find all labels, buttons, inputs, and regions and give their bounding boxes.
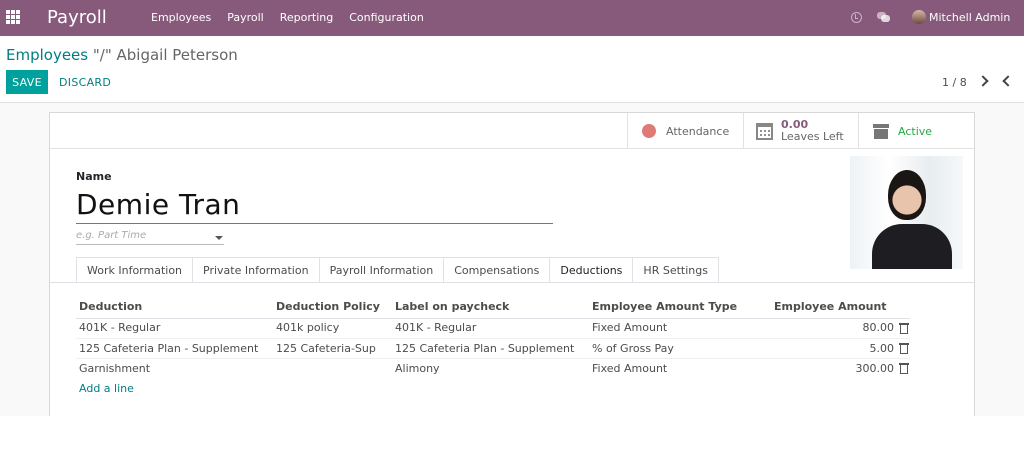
- delete-row-trash-icon[interactable]: [899, 363, 909, 374]
- table-cell-paycheck-label[interactable]: 125 Cafeteria Plan - Supplement: [395, 342, 574, 355]
- smart-button-box: Attendance 0.00 Leaves Left Active: [627, 113, 974, 149]
- employee-photo[interactable]: [850, 156, 963, 269]
- caret-down-icon[interactable]: [215, 236, 223, 240]
- tab-private-information[interactable]: Private Information: [192, 257, 319, 283]
- table-cell-deduction[interactable]: 125 Cafeteria Plan - Supplement: [79, 342, 258, 355]
- attendance-label: Attendance: [666, 124, 730, 138]
- delete-row-trash-icon[interactable]: [899, 323, 909, 334]
- discard-button[interactable]: DISCARD: [59, 76, 111, 89]
- user-menu-name[interactable]: Mitchell Admin: [929, 11, 1010, 24]
- active-toggle-button[interactable]: Active: [858, 113, 974, 149]
- tab-deductions[interactable]: Deductions: [549, 257, 633, 283]
- delete-row-trash-icon[interactable]: [899, 343, 909, 354]
- breadcrumb-employees-link[interactable]: Employees: [6, 46, 88, 64]
- calendar-icon: [756, 122, 773, 140]
- tab-hr-settings[interactable]: HR Settings: [632, 257, 719, 283]
- table-header-divider: [76, 318, 910, 319]
- column-header-deduction-policy[interactable]: Deduction Policy: [276, 300, 380, 313]
- add-line-link[interactable]: Add a line: [79, 382, 134, 395]
- app-title[interactable]: Payroll: [47, 7, 107, 28]
- table-cell-paycheck-label[interactable]: 401K - Regular: [395, 321, 476, 334]
- table-cell-policy[interactable]: 125 Cafeteria-Sup: [276, 342, 376, 355]
- breadcrumb-current: "/" Abigail Peterson: [92, 46, 238, 64]
- column-header-employee-amount-type[interactable]: Employee Amount Type: [592, 300, 737, 313]
- name-field-label: Name: [76, 170, 112, 183]
- table-cell-policy[interactable]: 401k policy: [276, 321, 339, 334]
- job-title-select[interactable]: e.g. Part Time: [76, 230, 224, 245]
- main-menu: Employees Payroll Reporting Configuratio…: [151, 11, 424, 24]
- tab-compensations[interactable]: Compensations: [443, 257, 550, 283]
- archive-icon: [873, 123, 889, 139]
- table-cell-amount[interactable]: 300.00: [814, 362, 895, 375]
- activity-clock-icon[interactable]: [851, 12, 862, 23]
- tab-payroll-information[interactable]: Payroll Information: [318, 257, 444, 283]
- leaves-label: Leaves Left: [781, 130, 844, 143]
- row-divider: [76, 338, 910, 339]
- table-cell-paycheck-label[interactable]: Alimony: [395, 362, 440, 375]
- table-cell-deduction[interactable]: 401K - Regular: [79, 321, 160, 334]
- column-header-label-on-paycheck[interactable]: Label on paycheck: [395, 300, 509, 313]
- messaging-chat-icon[interactable]: [877, 12, 891, 23]
- menu-item-payroll[interactable]: Payroll: [227, 11, 264, 24]
- menu-item-configuration[interactable]: Configuration: [349, 11, 424, 24]
- table-cell-amount[interactable]: 80.00: [814, 321, 895, 334]
- table-cell-amount[interactable]: 5.00: [814, 342, 895, 355]
- menu-item-reporting[interactable]: Reporting: [280, 11, 333, 24]
- pager-previous-icon[interactable]: [1002, 75, 1014, 87]
- user-avatar[interactable]: [912, 10, 926, 24]
- table-cell-amount-type[interactable]: Fixed Amount: [592, 321, 667, 334]
- top-navbar: Payroll Employees Payroll Reporting Conf…: [0, 0, 1024, 36]
- attendance-status-icon: [642, 124, 656, 138]
- row-divider: [76, 358, 910, 359]
- attendance-button[interactable]: Attendance: [627, 113, 743, 149]
- pager-counter[interactable]: 1 / 8: [942, 76, 967, 89]
- tab-work-information[interactable]: Work Information: [76, 257, 193, 283]
- tabs-underline: [50, 282, 974, 283]
- table-cell-deduction[interactable]: Garnishment: [79, 362, 150, 375]
- menu-item-employees[interactable]: Employees: [151, 11, 211, 24]
- active-label: Active: [898, 124, 933, 138]
- employee-name-input[interactable]: [76, 186, 553, 224]
- save-button[interactable]: SAVE: [6, 70, 48, 94]
- apps-menu-icon[interactable]: [6, 10, 20, 24]
- notebook-tabs: Work Information Private Information Pay…: [76, 257, 719, 283]
- table-cell-amount-type[interactable]: Fixed Amount: [592, 362, 667, 375]
- column-header-deduction[interactable]: Deduction: [79, 300, 142, 313]
- breadcrumb: Employees "/" Abigail Peterson: [6, 46, 238, 64]
- button-box-divider: [50, 148, 974, 149]
- column-header-employee-amount[interactable]: Employee Amount: [774, 300, 887, 313]
- table-cell-amount-type[interactable]: % of Gross Pay: [592, 342, 674, 355]
- pager-next-icon[interactable]: [977, 75, 989, 87]
- leaves-button[interactable]: 0.00 Leaves Left: [743, 113, 858, 149]
